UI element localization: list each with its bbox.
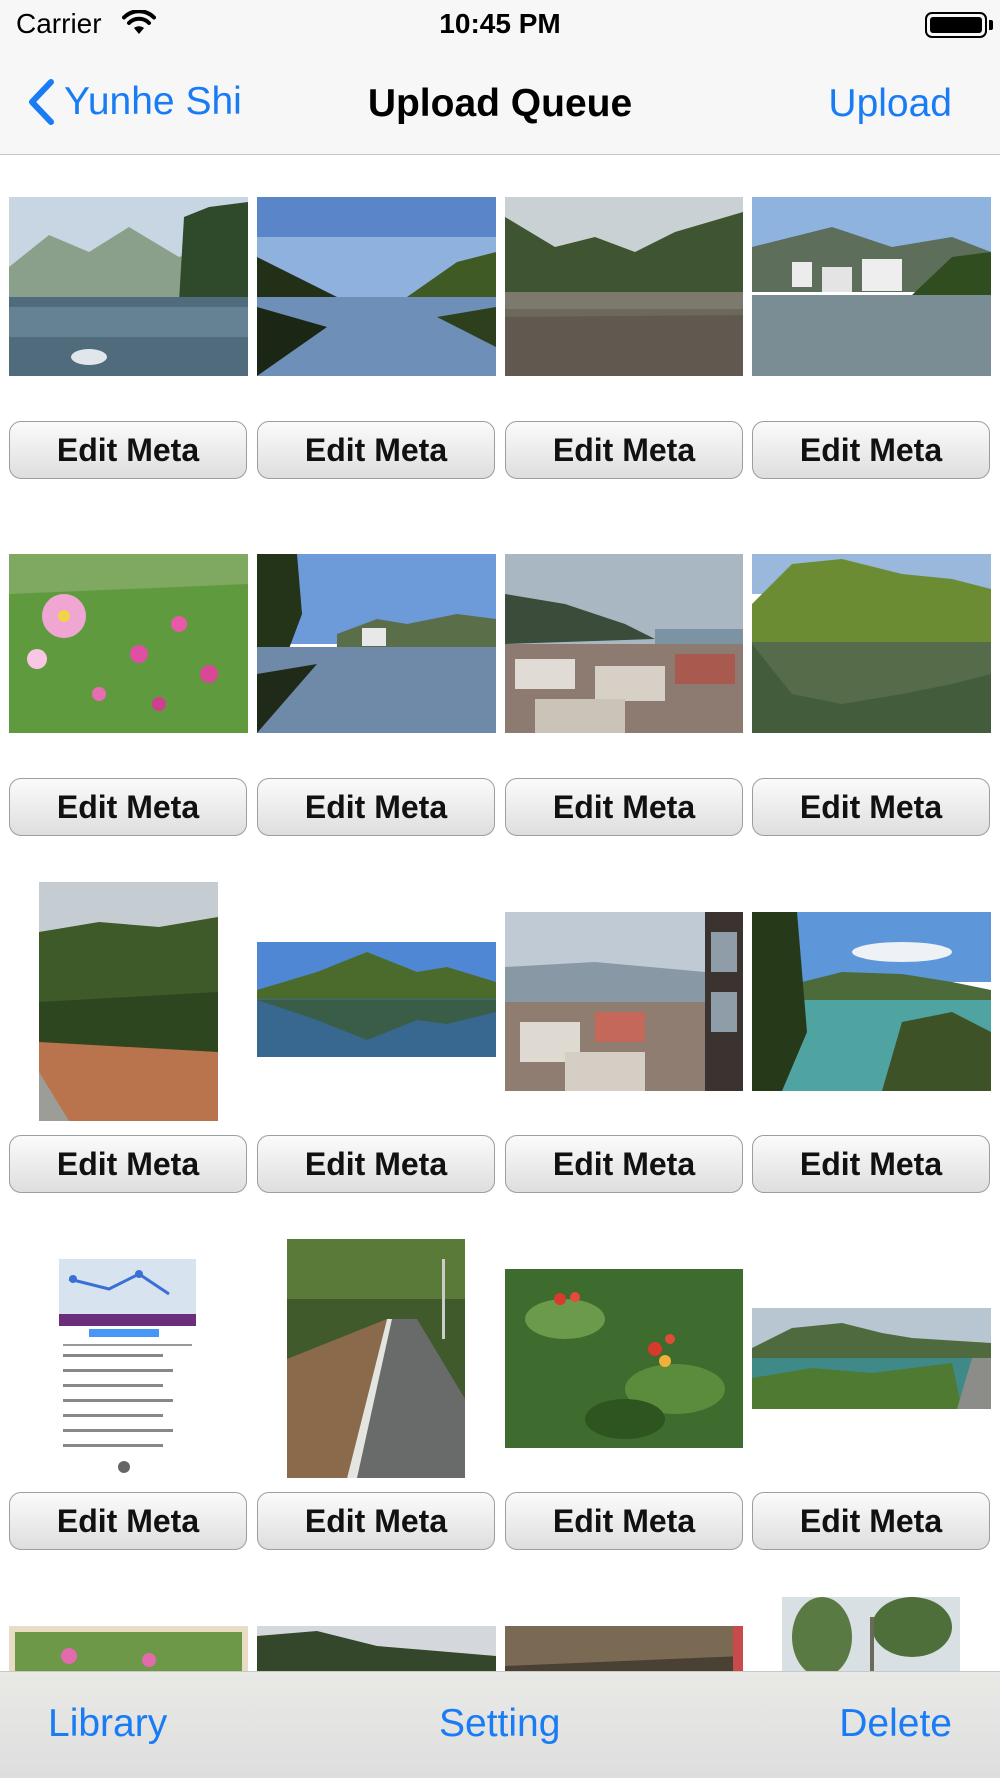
chevron-left-icon bbox=[29, 79, 54, 125]
edit-meta-button[interactable]: Edit Meta bbox=[9, 778, 247, 836]
photo-thumbnail[interactable] bbox=[752, 554, 991, 733]
photo-thumbnail[interactable] bbox=[505, 197, 743, 376]
photo-thumbnail[interactable] bbox=[505, 554, 743, 733]
edit-meta-button[interactable]: Edit Meta bbox=[257, 421, 495, 479]
photo-thumbnail[interactable] bbox=[9, 1626, 248, 1671]
edit-meta-button[interactable]: Edit Meta bbox=[505, 1492, 743, 1550]
photo-thumbnail[interactable] bbox=[782, 1597, 960, 1671]
edit-meta-button[interactable]: Edit Meta bbox=[505, 421, 743, 479]
photo-thumbnail[interactable] bbox=[287, 1239, 465, 1478]
library-button[interactable]: Library bbox=[48, 1702, 167, 1746]
edit-meta-button[interactable]: Edit Meta bbox=[505, 1135, 743, 1193]
back-button[interactable]: Yunhe Shi bbox=[26, 78, 242, 126]
edit-meta-button[interactable]: Edit Meta bbox=[9, 421, 247, 479]
photo-thumbnail[interactable] bbox=[257, 942, 496, 1057]
photo-thumbnail[interactable] bbox=[505, 1269, 743, 1448]
status-bar: Carrier 10:45 PM bbox=[0, 0, 1000, 50]
edit-meta-button[interactable]: Edit Meta bbox=[752, 421, 990, 479]
edit-meta-button[interactable]: Edit Meta bbox=[505, 778, 743, 836]
edit-meta-button[interactable]: Edit Meta bbox=[752, 778, 990, 836]
photo-thumbnail[interactable] bbox=[257, 1626, 496, 1671]
photo-grid[interactable]: Edit Meta Edit Meta Edit Meta Edit Meta bbox=[0, 156, 1000, 1671]
photo-thumbnail[interactable] bbox=[39, 882, 218, 1121]
photo-thumbnail[interactable] bbox=[9, 554, 248, 733]
edit-meta-button[interactable]: Edit Meta bbox=[257, 1135, 495, 1193]
back-button-label: Yunhe Shi bbox=[64, 80, 242, 123]
battery-cap bbox=[989, 20, 993, 30]
bottom-toolbar: Library Setting Delete bbox=[0, 1671, 1000, 1778]
photo-thumbnail[interactable] bbox=[257, 554, 496, 733]
battery-icon bbox=[925, 12, 987, 38]
photo-thumbnail[interactable] bbox=[752, 197, 991, 376]
edit-meta-button[interactable]: Edit Meta bbox=[752, 1135, 990, 1193]
edit-meta-button[interactable]: Edit Meta bbox=[257, 1492, 495, 1550]
edit-meta-button[interactable]: Edit Meta bbox=[9, 1492, 247, 1550]
edit-meta-button[interactable]: Edit Meta bbox=[752, 1492, 990, 1550]
photo-thumbnail[interactable] bbox=[9, 197, 248, 376]
photo-thumbnail[interactable] bbox=[257, 197, 496, 376]
edit-meta-button[interactable]: Edit Meta bbox=[257, 778, 495, 836]
status-time: 10:45 PM bbox=[439, 8, 561, 39]
photo-thumbnail[interactable] bbox=[505, 1626, 743, 1671]
edit-meta-button[interactable]: Edit Meta bbox=[9, 1135, 247, 1193]
photo-thumbnail[interactable] bbox=[505, 912, 743, 1091]
photo-thumbnail[interactable] bbox=[752, 1308, 991, 1409]
upload-button[interactable]: Upload bbox=[828, 82, 952, 126]
navigation-bar: Yunhe Shi Upload Queue Upload bbox=[0, 50, 1000, 155]
photo-thumbnail[interactable] bbox=[59, 1239, 196, 1478]
setting-button[interactable]: Setting bbox=[439, 1702, 560, 1746]
photo-thumbnail[interactable] bbox=[752, 912, 991, 1091]
delete-button[interactable]: Delete bbox=[839, 1702, 952, 1746]
